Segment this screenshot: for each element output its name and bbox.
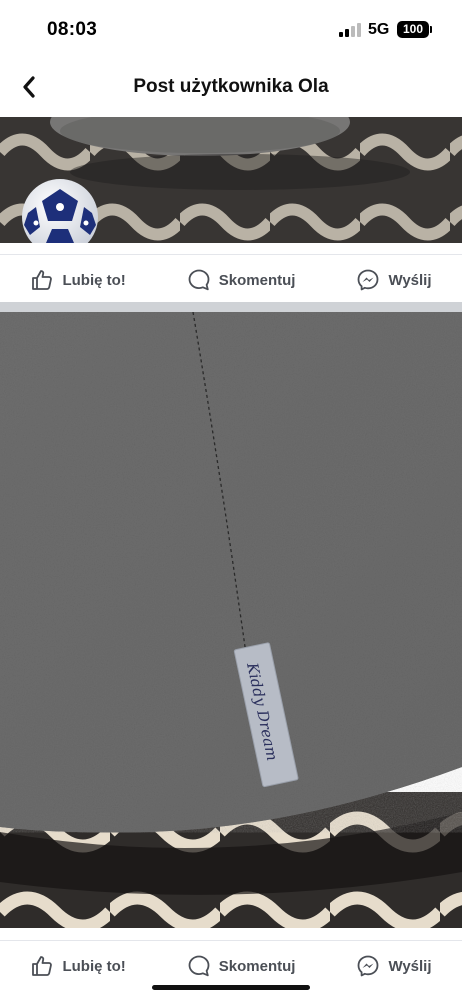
photo-1-image bbox=[0, 117, 462, 243]
speech-bubble-icon bbox=[188, 269, 210, 291]
messenger-icon bbox=[358, 955, 379, 977]
comment-button[interactable]: Skomentuj bbox=[177, 948, 306, 984]
nav-header: Post użytkownika Ola bbox=[0, 60, 462, 114]
comment-label: Skomentuj bbox=[218, 957, 296, 975]
battery-icon: 100 bbox=[397, 21, 429, 38]
like-label: Lubię to! bbox=[62, 271, 126, 289]
status-time: 08:03 bbox=[47, 19, 98, 40]
home-indicator[interactable] bbox=[152, 985, 310, 990]
speech-bubble-icon bbox=[188, 955, 210, 977]
like-button[interactable]: Lubię to! bbox=[20, 948, 135, 984]
cellular-signal-icon bbox=[339, 23, 361, 37]
post-photo-1[interactable] bbox=[0, 117, 462, 243]
status-bar: 08:03 5G 100 bbox=[0, 0, 462, 58]
thumbs-up-icon bbox=[32, 956, 53, 976]
comment-button[interactable]: Skomentuj bbox=[177, 262, 306, 298]
photo-2-image: Kiddy Dream bbox=[0, 312, 462, 928]
battery-level: 100 bbox=[402, 22, 424, 36]
comment-label: Skomentuj bbox=[218, 271, 296, 289]
share-label: Wyślij bbox=[388, 957, 432, 975]
post-photo-2[interactable]: Kiddy Dream bbox=[0, 312, 462, 928]
post-actions-2: Lubię to! Skomentuj Wyślij bbox=[0, 941, 462, 991]
thumbs-up-icon bbox=[32, 270, 53, 290]
page-title: Post użytkownika Ola bbox=[133, 76, 329, 97]
share-label: Wyślij bbox=[388, 271, 432, 289]
network-type: 5G bbox=[368, 21, 390, 38]
screen: 08:03 5G 100 Post użytkownika Ola Lubię … bbox=[0, 0, 462, 999]
like-label: Lubię to! bbox=[62, 957, 126, 975]
messenger-icon bbox=[358, 269, 379, 291]
share-button[interactable]: Wyślij bbox=[346, 948, 441, 984]
battery-tip bbox=[430, 26, 432, 33]
post-actions-1: Lubię to! Skomentuj Wyślij bbox=[0, 255, 462, 305]
share-button[interactable]: Wyślij bbox=[346, 262, 441, 298]
like-button[interactable]: Lubię to! bbox=[20, 262, 135, 298]
post-divider bbox=[0, 302, 462, 312]
